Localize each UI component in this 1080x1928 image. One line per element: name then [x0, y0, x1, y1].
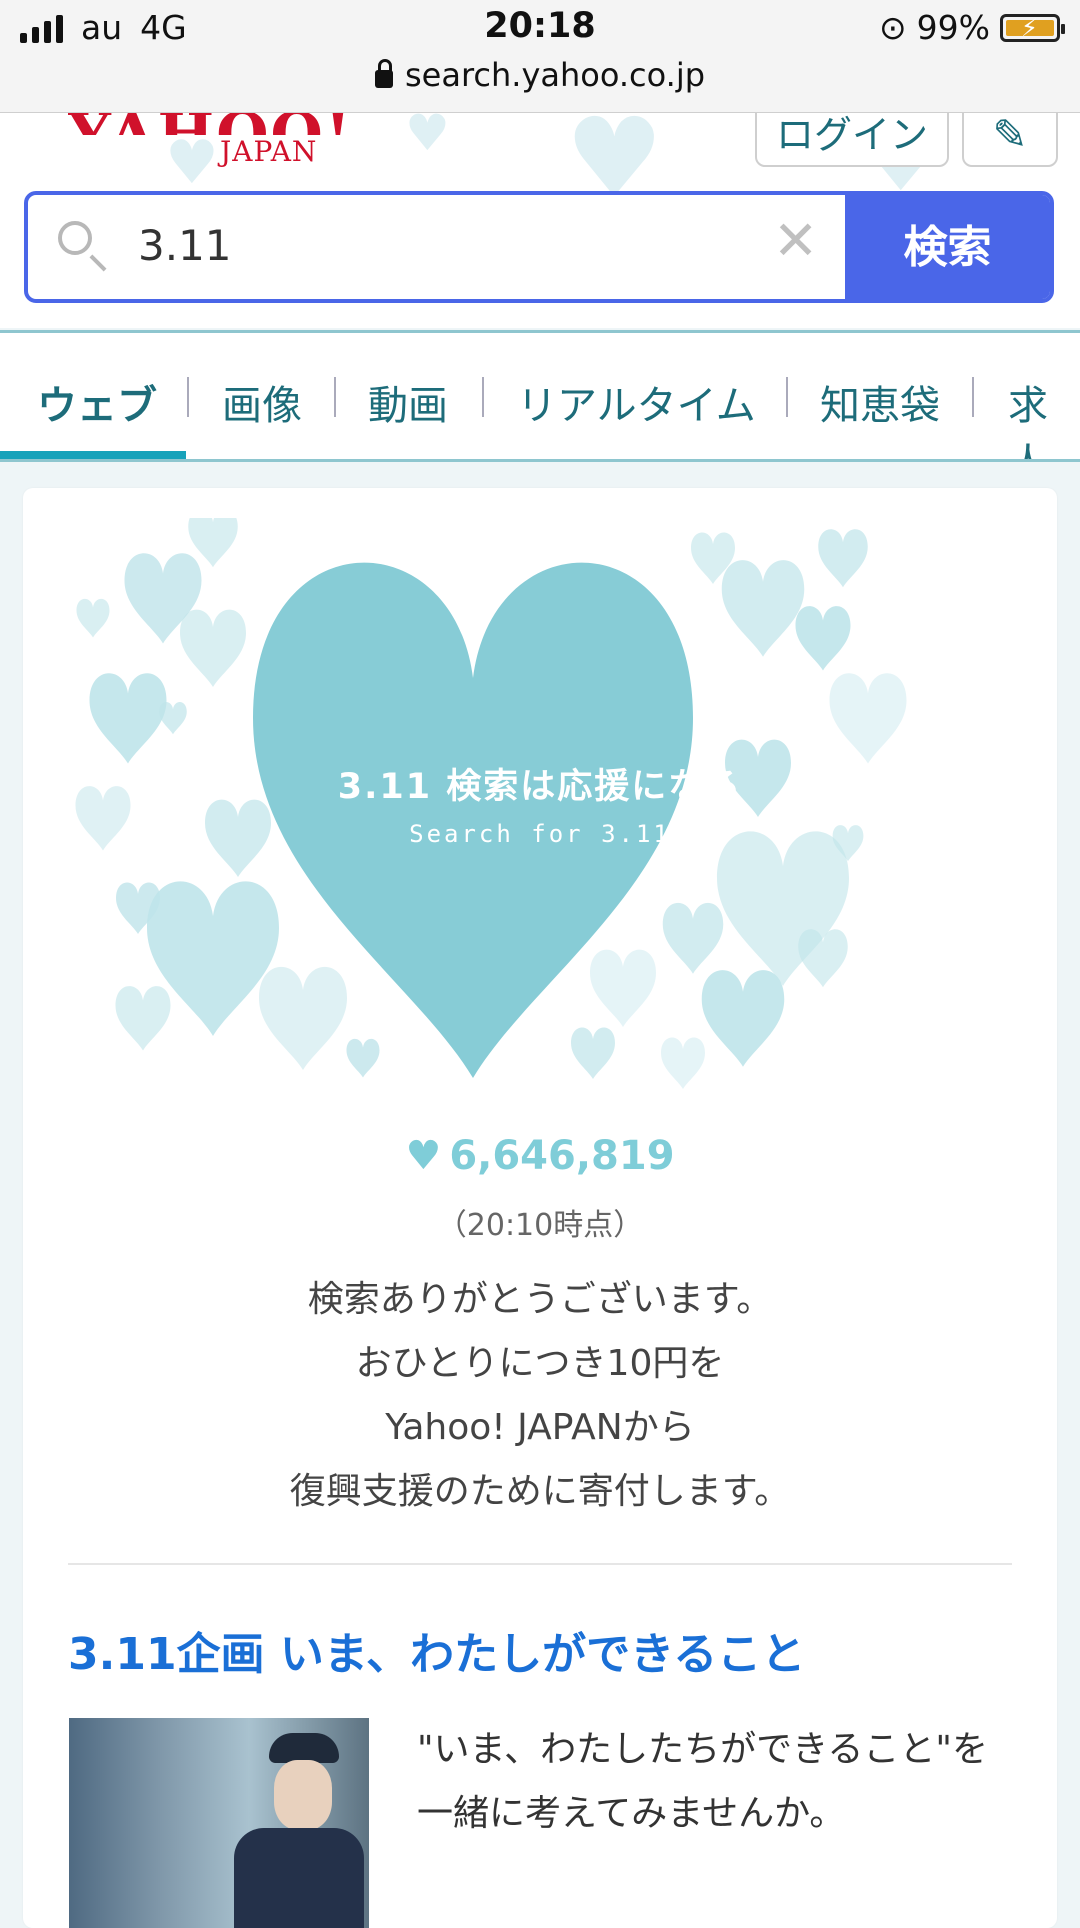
promo-thumbnail[interactable] — [69, 1718, 369, 1928]
search-box: 3.11 ✕ 検索 — [24, 191, 1054, 303]
search-tabs: ウェブ 画像 動画 リアルタイム 知恵袋 求人 — [0, 330, 1080, 462]
campaign-subline: Search for 3.11 — [409, 820, 671, 848]
battery-percent: 99% — [916, 8, 990, 47]
message-line: Yahoo! JAPANから — [385, 1407, 695, 1448]
tab-realtime[interactable]: リアルタイム — [517, 373, 756, 431]
message-line: 検索ありがとうございます。 — [307, 1279, 773, 1320]
search-count: ♥ 6,646,819 — [23, 1133, 1057, 1179]
tab-jobs[interactable]: 求人 — [1008, 373, 1080, 459]
tab-separator — [334, 377, 336, 417]
url-text: search.yahoo.co.jp — [404, 56, 706, 94]
search-input[interactable]: 3.11 — [138, 221, 232, 270]
search-icon — [58, 221, 92, 255]
login-button[interactable]: ログイン — [755, 113, 949, 167]
rotation-lock-icon: ⊙ — [878, 8, 907, 47]
tab-separator — [972, 377, 974, 417]
status-bar: au 4G 20:18 ⊙ 99% ⚡ search.yahoo.co.jp — [0, 0, 1080, 113]
tab-separator — [187, 377, 189, 417]
campaign-card: 3.11 検索は応援になる Search for 3.11 ♥ 6,646,819… — [23, 488, 1057, 1928]
message-line: おひとりにつき10円を — [355, 1343, 725, 1384]
lock-icon — [374, 59, 393, 88]
yahoo-logo[interactable]: YAHOO! JAPAN — [68, 113, 353, 168]
pen-icon[interactable]: ✎ — [962, 113, 1058, 167]
tab-chiebukuro[interactable]: 知恵袋 — [820, 373, 940, 431]
count-timestamp: （20:10時点） — [436, 1208, 644, 1243]
logo-sub: JAPAN — [220, 135, 318, 168]
heart-icon: ♥ — [405, 1133, 442, 1179]
count-value: 6,646,819 — [449, 1133, 675, 1179]
decor-heart-icon: ♥ — [405, 113, 450, 162]
search-button[interactable]: 検索 — [845, 195, 1050, 299]
divider — [68, 1563, 1012, 1565]
status-right: ⊙ 99% ⚡ — [878, 8, 1065, 47]
battery-icon: ⚡ — [1000, 13, 1065, 42]
thanks-message: 検索ありがとうございます。 おひとりにつき10円を Yahoo! JAPANから… — [23, 1268, 1057, 1524]
tab-images[interactable]: 画像 — [222, 373, 302, 431]
campaign-headline: 3.11 検索は応援になる — [337, 767, 743, 807]
tab-videos[interactable]: 動画 — [368, 373, 448, 431]
clear-icon[interactable]: ✕ — [773, 209, 818, 272]
address-bar[interactable]: search.yahoo.co.jp — [0, 56, 1080, 94]
tab-web[interactable]: ウェブ — [37, 373, 157, 431]
message-line: 復興支援のために寄付します。 — [289, 1471, 791, 1512]
tab-separator — [482, 377, 484, 417]
active-tab-indicator — [0, 451, 186, 459]
promo-description: "いま、わたしたちができること"を一緒に考えてみませんか。 — [417, 1729, 988, 1834]
promo-title-link[interactable]: 3.11企画 いま、わたしができること — [68, 1618, 805, 1682]
tab-separator — [786, 377, 788, 417]
